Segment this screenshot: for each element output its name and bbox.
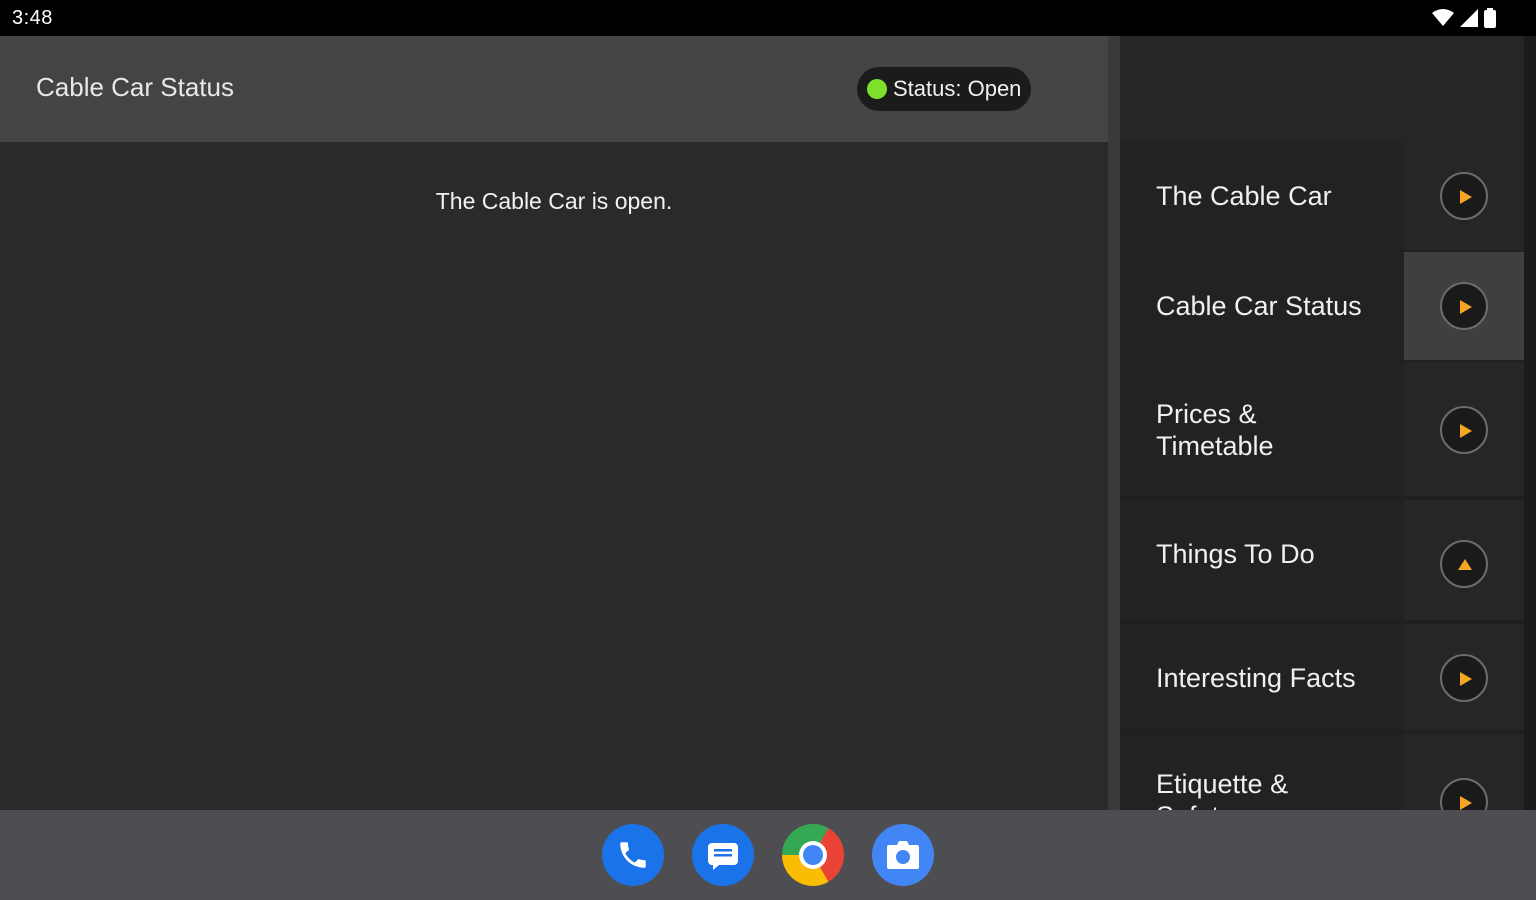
play-icon[interactable] (1440, 654, 1488, 702)
clock: 3:48 (12, 7, 53, 29)
menu-item-label: Etiquette & Safety (1156, 769, 1289, 810)
menu-item-label: Prices & Timetable (1156, 399, 1274, 461)
menu-item-label: Cable Car Status (1156, 291, 1362, 321)
status-icons (1432, 8, 1496, 28)
camera-icon[interactable] (872, 824, 934, 886)
side-menu[interactable]: The Cable Car Cable Car Status Prices & … (1120, 36, 1536, 810)
menu-item-things-to-do[interactable]: Things To Do (1120, 500, 1524, 620)
play-icon[interactable] (1440, 406, 1488, 454)
chrome-icon[interactable] (782, 824, 844, 886)
menu-item-button-zone[interactable] (1404, 500, 1524, 620)
menu-item-prices-timetable[interactable]: Prices & Timetable (1120, 362, 1524, 496)
menu-edge (1524, 36, 1536, 810)
cell-signal-icon (1460, 9, 1478, 27)
main-content: Cable Car Status Status: Open The Cable … (0, 36, 1108, 810)
menu-item-button-zone[interactable] (1404, 252, 1524, 360)
menu-header (1120, 36, 1524, 142)
play-icon[interactable] (1440, 778, 1488, 810)
play-icon[interactable] (1440, 172, 1488, 220)
menu-item-button-zone[interactable] (1404, 734, 1524, 810)
status-open-indicator-icon (867, 79, 887, 99)
status-badge: Status: Open (857, 67, 1032, 111)
menu-item-label: Interesting Facts (1156, 663, 1356, 693)
chrome-center (799, 841, 827, 869)
menu-item-button-zone[interactable] (1404, 624, 1524, 730)
menu-item-button-zone[interactable] (1404, 362, 1524, 496)
pane-divider (1108, 36, 1120, 810)
chrome-center-dot (803, 845, 823, 865)
menu-item-etiquette-safety[interactable]: Etiquette & Safety (1120, 734, 1524, 810)
messages-icon[interactable] (692, 824, 754, 886)
menu-item-cable-car-status[interactable]: Cable Car Status (1120, 252, 1524, 360)
menu-item-interesting-facts[interactable]: Interesting Facts (1120, 624, 1524, 730)
page-title: Cable Car Status (36, 72, 234, 102)
play-icon[interactable] (1440, 282, 1488, 330)
status-badge-label: Status: Open (893, 76, 1022, 101)
expand-up-icon[interactable] (1440, 540, 1488, 588)
menu-item-button-zone[interactable] (1404, 142, 1524, 250)
system-status-bar: 3:48 (0, 0, 1536, 36)
phone-icon[interactable] (602, 824, 664, 886)
wifi-icon (1432, 9, 1454, 26)
app-header: Cable Car Status Status: Open (0, 36, 1108, 142)
battery-icon (1484, 8, 1496, 28)
menu-item-label: The Cable Car (1156, 181, 1332, 211)
menu-item-label: Things To Do (1156, 539, 1315, 569)
app-dock (0, 810, 1536, 900)
status-message: The Cable Car is open. (435, 188, 673, 214)
menu-item-the-cable-car[interactable]: The Cable Car (1120, 142, 1524, 250)
